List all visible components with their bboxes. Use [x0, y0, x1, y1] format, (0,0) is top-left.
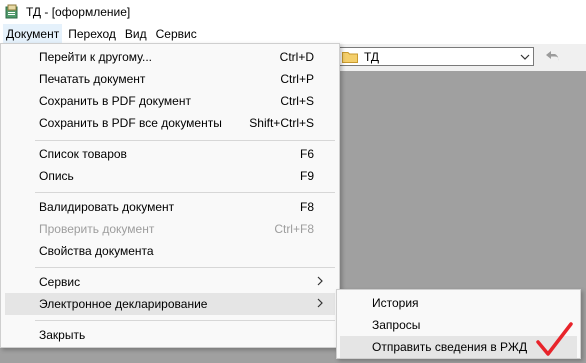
chevron-down-icon[interactable] [517, 54, 533, 60]
menu-item-close[interactable]: Закрыть [5, 324, 335, 346]
menu-item-service[interactable]: Сервис [5, 271, 335, 293]
document-menu: Перейти к другому... Ctrl+D Печатать док… [0, 43, 340, 348]
chevron-right-icon [317, 297, 323, 311]
menu-separator [35, 267, 335, 268]
menu-document[interactable]: Документ [3, 24, 63, 44]
app-icon [4, 4, 20, 20]
chevron-right-icon [317, 275, 323, 289]
menu-item-goods-list[interactable]: Список товаров F6 [5, 143, 335, 165]
menu-service[interactable]: Сервис [153, 24, 200, 44]
menu-item-print[interactable]: Печатать документ Ctrl+P [5, 68, 335, 90]
menu-item-save-pdf[interactable]: Сохранить в PDF документ Ctrl+S [5, 90, 335, 112]
menu-item-save-pdf-all[interactable]: Сохранить в PDF все документы Shift+Ctrl… [5, 112, 335, 134]
back-arrow-icon [546, 51, 559, 61]
menu-item-properties[interactable]: Свойства документа [5, 240, 335, 262]
menu-bar: Документ Переход Вид Сервис [0, 24, 586, 44]
menu-item-electronic-declaration[interactable]: Электронное декларирование [5, 293, 335, 315]
checkmark-icon [536, 322, 573, 356]
path-value: ТД [364, 49, 380, 64]
folder-icon [342, 51, 358, 63]
path-combobox[interactable]: ТД [337, 47, 534, 66]
menu-navigate[interactable]: Переход [65, 24, 119, 44]
back-button[interactable] [541, 45, 565, 67]
menu-separator [35, 320, 335, 321]
menu-separator [35, 140, 335, 141]
menu-item-check-document: Проверить документ Ctrl+F8 [39, 222, 314, 236]
menu-item-go-to-other[interactable]: Перейти к другому... Ctrl+D [5, 46, 335, 68]
title-bar: ТД - [оформление] [0, 0, 586, 24]
window-title: ТД - [оформление] [26, 5, 131, 19]
menu-item-inventory[interactable]: Опись F9 [5, 165, 335, 187]
menu-view[interactable]: Вид [122, 24, 150, 44]
submenu-item-history[interactable]: История [340, 292, 577, 314]
menu-item-validate[interactable]: Валидировать документ F8 [5, 196, 335, 218]
menu-separator [35, 192, 335, 193]
